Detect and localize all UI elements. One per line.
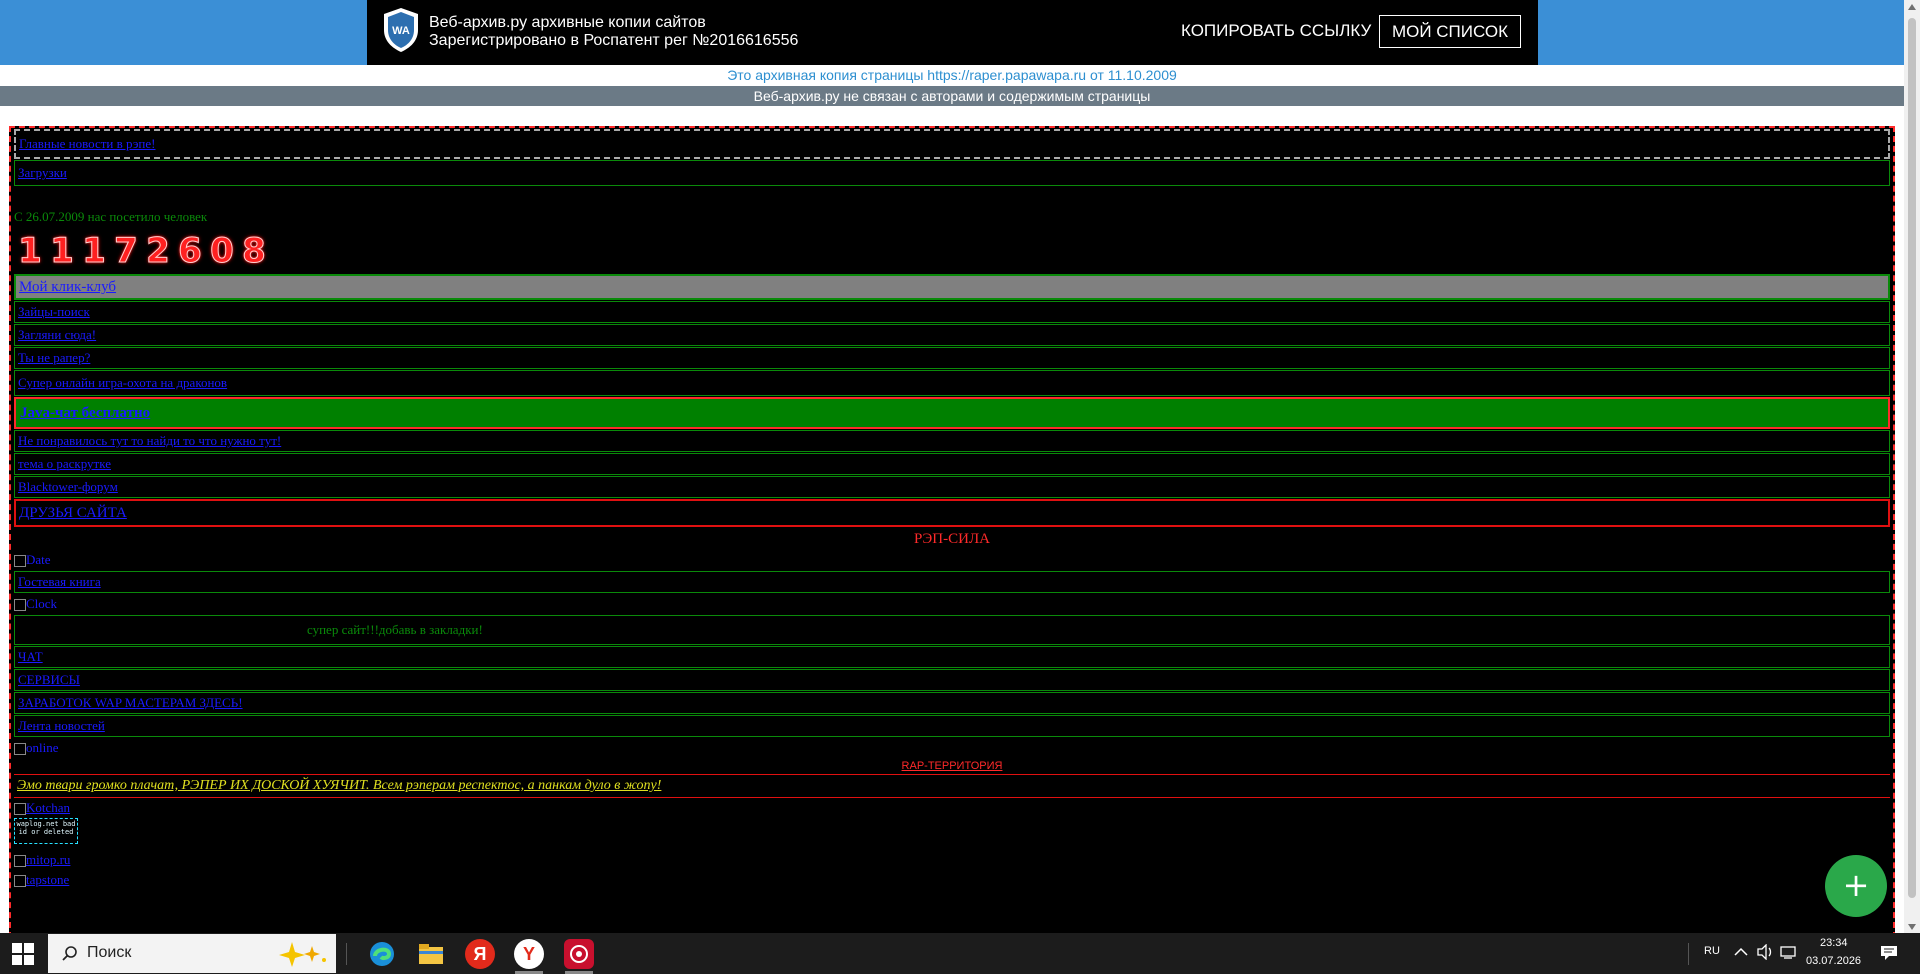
broken-image-icon	[14, 875, 26, 888]
visit-counter: 1 1 1 7 2 6 0 8	[11, 233, 1893, 273]
edge-browser-icon[interactable]	[367, 939, 397, 969]
volume-icon[interactable]	[1756, 944, 1774, 960]
dragon-game-link[interactable]: Супер онлайн игра-охота на драконов	[18, 375, 227, 390]
main-news-row: Главные новости в рэпе!	[14, 129, 1890, 159]
mitop-image[interactable]: mitop.ru	[11, 850, 1893, 870]
wap-masters-link[interactable]: ЗАРАБОТОК WAP МАСТЕРАМ ЗДЕСЬ!	[18, 695, 243, 710]
rap-territory-link[interactable]: RAP-ТЕРРИТОРИЯ	[11, 758, 1893, 774]
search-label: Поиск	[87, 944, 132, 961]
archived-page: Главные новости в рэпе! Загрузки С 26.07…	[9, 126, 1895, 938]
plus-icon: +	[1842, 866, 1870, 904]
broken-image-icon	[14, 855, 26, 868]
online-image[interactable]: online	[11, 738, 1893, 758]
clock-time[interactable]: 23:34	[1820, 937, 1848, 949]
kotchan-image[interactable]: Kotchan	[11, 798, 1893, 818]
news-feed-row: Лента новостей	[14, 715, 1890, 737]
counter-digit: 6	[176, 233, 204, 270]
date-image: Date	[11, 550, 1893, 570]
chat-link[interactable]: ЧАТ	[18, 649, 43, 664]
notifications-icon[interactable]	[1880, 945, 1898, 961]
chat-row: ЧАТ	[14, 646, 1890, 668]
list-item: тема о раскрутке	[14, 453, 1890, 475]
list-item: Не понравилось тут то найди то что нужно…	[14, 430, 1890, 452]
list-item: Blacktower-форум	[14, 476, 1890, 498]
waplog-badge[interactable]: waplog.net bad id or deleted	[14, 818, 78, 844]
scroll-down-icon[interactable]	[1908, 924, 1916, 930]
list-item: Ты не рапер?	[14, 347, 1890, 369]
shield-logo-icon[interactable]: WA	[381, 6, 421, 54]
click-club-link[interactable]: Мой клик-клуб	[19, 279, 116, 295]
broken-image-icon	[14, 555, 26, 568]
news-feed-link[interactable]: Лента новостей	[18, 718, 105, 733]
disclaimer-bar: Веб-архив.ру не связан с авторами и соде…	[0, 86, 1904, 106]
rap-power-heading: РЭП-СИЛА	[914, 531, 990, 547]
app-taskbar-icon[interactable]	[564, 939, 594, 969]
tapstone-image[interactable]: tapstone	[11, 870, 1893, 890]
windows-start-icon[interactable]	[12, 943, 34, 965]
clock-image: Clock	[11, 594, 1893, 614]
java-chat-link[interactable]: Java-чат бесплатно	[20, 405, 150, 421]
brand-registration: Зарегистрировано в Роспатент рег №201661…	[429, 32, 799, 49]
taskbar-divider	[1688, 943, 1689, 965]
wap-masters-row: ЗАРАБОТОК WAP МАСТЕРАМ ЗДЕСЬ!	[14, 692, 1890, 714]
broken-image-icon	[14, 599, 26, 612]
main-news-link[interactable]: Главные новости в рэпе!	[19, 136, 155, 151]
taskbar-search-input[interactable]: Поиск	[48, 934, 336, 973]
zaitsy-search-link[interactable]: Зайцы-поиск	[18, 304, 90, 319]
broken-image-icon	[14, 803, 26, 816]
scroll-up-icon[interactable]	[1908, 4, 1916, 10]
list-item: Загляни сюда!	[14, 324, 1890, 346]
super-site-text: супер сайт!!!добавь в закладки!	[14, 615, 1890, 645]
counter-digit: 1	[16, 233, 44, 270]
counter-digit: 7	[112, 233, 140, 270]
file-explorer-icon[interactable]	[416, 939, 446, 969]
list-item: Супер онлайн игра-охота на драконов	[14, 370, 1890, 396]
friends-link[interactable]: ДРУЗЬЯ САЙТА	[19, 505, 127, 521]
add-fab-button[interactable]: +	[1825, 855, 1887, 917]
java-chat-row: Java-чат бесплатно	[14, 397, 1890, 429]
emo-slogan-link[interactable]: Эмо твари громко плачат, РЭПЕР ИХ ДОСКОЙ…	[14, 774, 1890, 798]
taskbar-divider	[346, 943, 347, 965]
promotion-topic-link[interactable]: тема о раскрутке	[18, 456, 111, 471]
services-link[interactable]: СЕРВИСЫ	[18, 672, 80, 687]
brand-title: Веб-архив.ру архивные копии сайтов	[429, 14, 706, 31]
guestbook-row: Гостевая книга	[14, 571, 1890, 593]
copilot-sparkle-icon	[279, 942, 326, 967]
downloads-link[interactable]: Загрузки	[18, 165, 67, 180]
counter-digit: 2	[144, 233, 172, 270]
look-here-link[interactable]: Загляни сюда!	[18, 327, 96, 342]
list-item: Зайцы-поиск	[14, 301, 1890, 323]
language-indicator[interactable]: RU	[1704, 945, 1720, 957]
click-club-row: Мой клик-клуб	[14, 274, 1890, 300]
my-list-button[interactable]: МОЙ СПИСОК	[1379, 15, 1521, 48]
counter-digit: 0	[208, 233, 236, 270]
counter-digit: 8	[240, 233, 268, 270]
visits-text: С 26.07.2009 нас посетило человек	[14, 209, 208, 224]
not-rapper-link[interactable]: Ты не рапер?	[18, 350, 90, 365]
clock-date[interactable]: 03.07.2026	[1806, 955, 1861, 967]
vertical-scrollbar[interactable]	[1904, 0, 1920, 938]
services-row: СЕРВИСЫ	[14, 669, 1890, 691]
copy-link-button[interactable]: КОПИРОВАТЬ ССЫЛКУ	[1181, 21, 1371, 41]
archive-banner: WA Веб-архив.ру архивные копии сайтов За…	[0, 0, 1904, 65]
chevron-up-icon[interactable]	[1734, 947, 1748, 957]
yandex-browser-icon[interactable]: Y	[514, 939, 544, 969]
svg-text:WA: WA	[392, 25, 410, 37]
scroll-thumb[interactable]	[1908, 18, 1916, 898]
archive-banner-inner: WA Веб-архив.ру архивные копии сайтов За…	[367, 0, 1538, 65]
downloads-row: Загрузки	[14, 160, 1890, 186]
search-icon	[62, 946, 77, 961]
taskbar: Поиск Я Y RU 23:34 03.07.2026	[0, 933, 1920, 974]
network-icon[interactable]	[1780, 944, 1798, 960]
blacktower-forum-link[interactable]: Blacktower-форум	[18, 479, 118, 494]
friends-row: ДРУЗЬЯ САЙТА	[14, 499, 1890, 527]
find-here-link[interactable]: Не понравилось тут то найди то что нужно…	[18, 433, 281, 448]
counter-digit: 1	[48, 233, 76, 270]
yandex-icon[interactable]: Я	[465, 939, 495, 969]
counter-digit: 1	[80, 233, 108, 270]
guestbook-link[interactable]: Гостевая книга	[18, 574, 101, 589]
broken-image-icon	[14, 743, 26, 756]
archive-note[interactable]: Это архивная копия страницы https://rape…	[0, 66, 1904, 84]
